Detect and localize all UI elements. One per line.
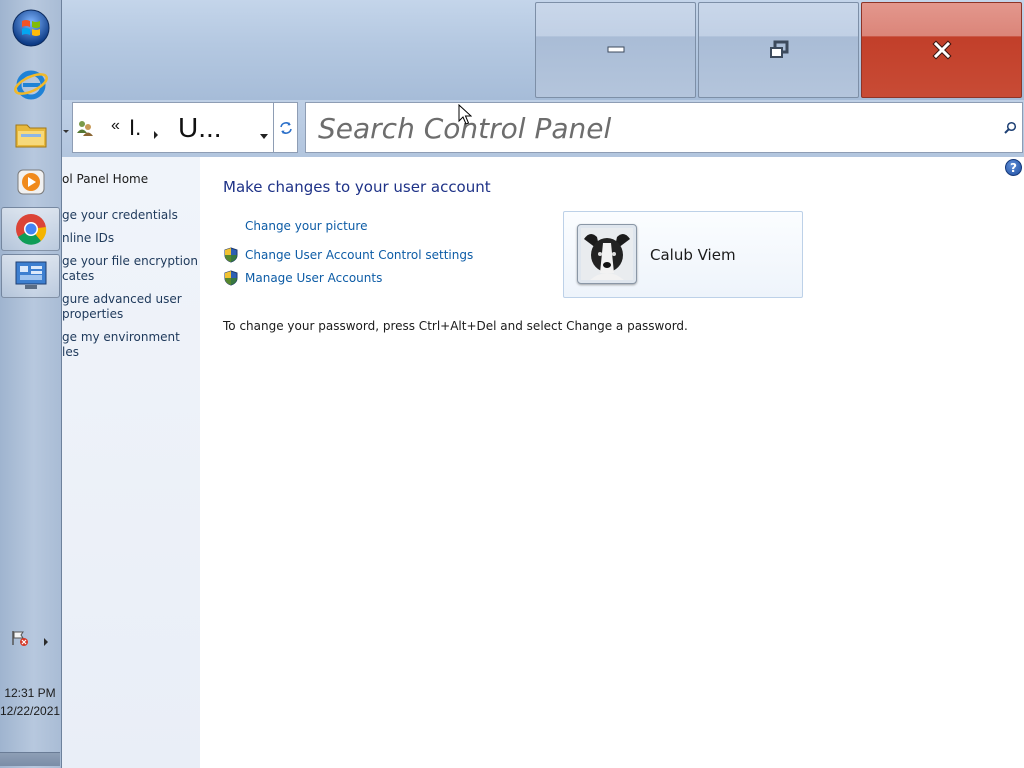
breadcrumb-item-1[interactable]: I. [129,115,141,141]
uac-settings-link[interactable]: Change User Account Control settings [245,248,473,262]
avatar[interactable] [577,224,637,284]
user-account-tile: Calub Viem [563,211,803,298]
taskbar-file-explorer[interactable] [4,112,58,156]
taskbar-internet-explorer[interactable] [4,62,58,106]
sidebar-item-label: ol Panel Home [62,172,149,186]
tray-expand-arrow-icon[interactable] [42,632,50,646]
sidebar-item-file-encryption[interactable]: ge your file encryption cates [62,254,198,284]
sidebar-item-label: cates [62,269,95,283]
sidebar-item-label: gure advanced user [62,292,182,306]
minimize-icon [607,46,624,53]
media-player-icon [17,169,45,195]
close-icon [931,40,952,60]
start-button[interactable] [4,6,58,50]
minimize-button[interactable] [535,2,696,98]
sidebar-item-label: les [62,345,79,359]
page-title: Make changes to your user account [223,178,491,196]
sidebar-item-label: nline IDs [62,231,115,245]
mouse-pointer-icon [458,103,473,130]
clock-time[interactable]: 12:31 PM [0,686,60,700]
internet-explorer-icon [14,70,48,100]
sidebar-item-online-ids[interactable]: nline IDs [62,231,198,246]
recent-pages-dropdown-icon[interactable] [62,122,70,133]
taskbar: 12:31 PM 12/22/2021 [0,0,62,768]
control-panel-icon [15,261,46,289]
taskbar-media-player[interactable] [4,160,58,204]
change-picture-link[interactable]: Change your picture [245,219,367,233]
clock-date[interactable]: 12/22/2021 [0,704,60,718]
search-box[interactable] [305,102,1023,153]
breadcrumb-item-2[interactable]: U... [178,112,222,144]
sidebar-item-label: ge my environment [62,330,180,344]
address-bar[interactable]: « I. U... [72,102,298,153]
task-pane [62,157,200,768]
sidebar-item-label: ge your file encryption [62,254,198,268]
restore-icon [769,40,788,58]
refresh-button[interactable] [273,102,298,153]
search-icon[interactable] [1003,120,1017,139]
uac-shield-icon [223,270,239,286]
sidebar-item-control-panel-home[interactable]: ol Panel Home [62,172,198,187]
breadcrumb-separator-icon[interactable] [153,124,159,143]
restore-button[interactable] [698,2,859,98]
user-accounts-icon [76,119,94,141]
refresh-icon [280,121,292,134]
windows-start-orb-icon [12,9,50,47]
taskbar-control-panel[interactable] [1,254,60,298]
sidebar-item-label: ge your credentials [62,208,178,222]
help-icon[interactable]: ? [1005,159,1022,176]
search-input[interactable] [318,109,978,147]
uac-shield-icon [223,247,239,263]
show-desktop-button[interactable] [0,752,60,766]
breadcrumb-overflow[interactable]: « [111,117,120,135]
user-name: Calub Viem [650,246,736,264]
chrome-icon [15,214,46,245]
sidebar-item-credentials[interactable]: ge your credentials [62,208,198,223]
taskbar-chrome[interactable] [1,207,60,251]
sidebar-item-advanced-profile[interactable]: gure advanced user properties [62,292,198,322]
close-button[interactable] [861,2,1022,98]
file-explorer-icon [15,124,47,148]
dog-picture-icon [581,228,633,280]
action-center-flag-icon[interactable] [10,629,30,647]
sidebar-item-environment-variables[interactable]: ge my environment les [62,330,198,360]
password-instructions: To change your password, press Ctrl+Alt+… [223,319,688,333]
address-dropdown-icon[interactable] [260,125,268,144]
sidebar-item-label: properties [62,307,124,321]
manage-user-accounts-link[interactable]: Manage User Accounts [245,271,382,285]
